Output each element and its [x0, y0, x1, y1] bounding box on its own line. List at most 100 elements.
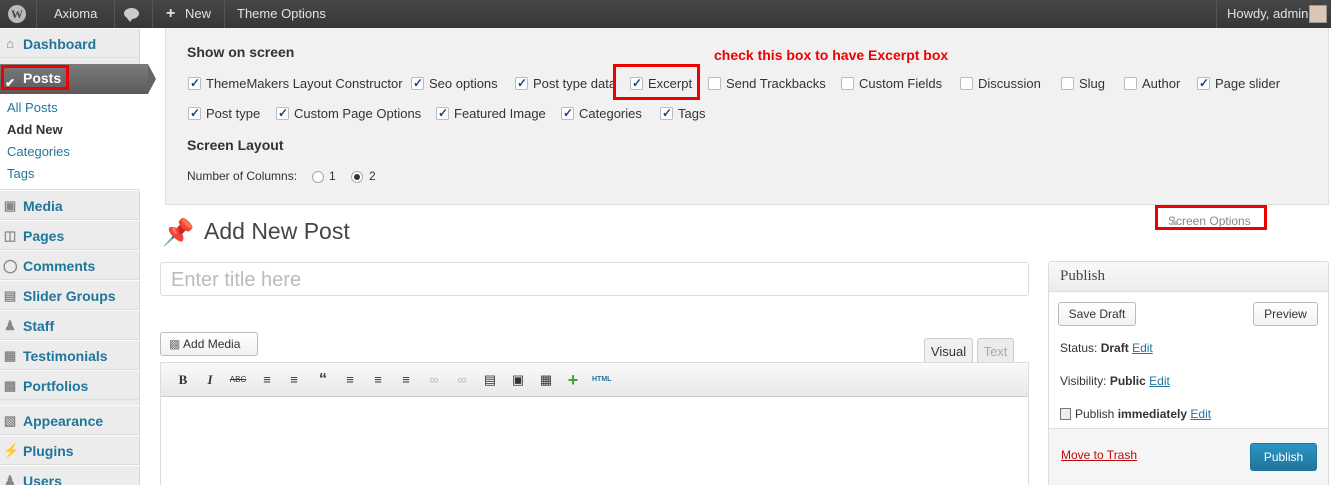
media-icon: ▣: [3, 198, 17, 213]
checkbox-label: Custom Fields: [859, 76, 943, 91]
add-media-button[interactable]: ▩ Add Media: [160, 332, 258, 356]
slider-icon: ▤: [3, 288, 17, 303]
schedule-edit-link[interactable]: Edit: [1190, 407, 1211, 421]
submenu-all-posts[interactable]: All Posts: [7, 100, 58, 115]
submenu-categories[interactable]: Categories: [7, 144, 70, 159]
checkbox-box[interactable]: [276, 105, 289, 121]
columns-radio-2[interactable]: [351, 171, 363, 183]
sidebar-item-media[interactable]: ▣ Media: [0, 190, 140, 220]
sidebar-item-label: Users: [23, 473, 62, 485]
number-of-columns-label: Number of Columns:: [187, 169, 298, 183]
checkbox-box[interactable]: [708, 77, 721, 90]
submenu-add-new[interactable]: Add New: [7, 122, 63, 137]
sidebar-item-label: Slider Groups: [23, 288, 116, 304]
sidebar-item-label: Staff: [23, 318, 55, 334]
bold-icon[interactable]: B: [174, 371, 192, 389]
sidebar-item-pages[interactable]: ◫ Pages: [0, 220, 140, 250]
bullet-list-icon[interactable]: ≡: [258, 371, 276, 389]
checkbox-box[interactable]: [960, 77, 973, 90]
visibility-edit-link[interactable]: Edit: [1149, 374, 1170, 388]
post-title-input[interactable]: Enter title here: [160, 262, 1029, 296]
sidebar-item-label: Appearance: [23, 413, 104, 429]
plus-icon[interactable]: +: [166, 0, 175, 28]
appearance-icon: ▧: [3, 413, 17, 428]
divider: [224, 0, 225, 28]
publish-box-header: Publish: [1049, 262, 1328, 292]
new-link[interactable]: New: [185, 0, 211, 28]
checkbox-label: Send Trackbacks: [726, 76, 826, 91]
blockquote-icon[interactable]: “: [314, 371, 332, 389]
checkbox-label: Custom Page Options: [294, 106, 422, 121]
checkbox-box[interactable]: [436, 105, 449, 121]
sidebar-item-portfolios[interactable]: ▩ Portfolios: [0, 370, 140, 400]
sidebar-item-plugins[interactable]: ⚡ Plugins: [0, 435, 140, 465]
checkbox-box[interactable]: [841, 77, 854, 90]
align-left-icon[interactable]: ≡: [341, 371, 359, 389]
more-tag-icon[interactable]: ▤: [481, 371, 499, 389]
publish-button[interactable]: Publish: [1250, 443, 1317, 471]
screen-options-toggle[interactable]: Screen Options ▲: [1155, 205, 1267, 230]
move-to-trash-link[interactable]: Move to Trash: [1061, 448, 1137, 462]
excerpt-highlight: [613, 64, 700, 100]
sidebar-item-appearance[interactable]: ▧ Appearance: [0, 405, 140, 435]
caret-up-icon: ▲: [1168, 214, 1180, 228]
sidebar-item-slider-groups[interactable]: ▤ Slider Groups: [0, 280, 140, 310]
checkbox-box[interactable]: [515, 75, 528, 91]
tab-visual[interactable]: Visual: [924, 338, 973, 363]
checkbox-label: Seo options: [429, 76, 498, 91]
content-editor[interactable]: B I ABC ≡ ≡ “ ≡ ≡ ≡ ∞ ∞ ▤ ▣ ▦ + HTML: [160, 362, 1029, 485]
sidebar-item-label: Media: [23, 198, 63, 214]
checkbox-box[interactable]: [1197, 75, 1210, 91]
checkbox-box[interactable]: [1124, 77, 1137, 90]
sidebar-item-testimonials[interactable]: ▦ Testimonials: [0, 340, 140, 370]
publish-actions: Move to Trash Publish: [1049, 428, 1328, 485]
sidebar-item-users[interactable]: ♟ Users: [0, 465, 140, 485]
checkbox-box[interactable]: [660, 105, 673, 121]
html-icon[interactable]: HTML: [592, 371, 611, 389]
add-media-label: Add Media: [183, 337, 241, 351]
schedule-row: Publish immediately Edit: [1060, 407, 1211, 421]
italic-icon[interactable]: I: [201, 371, 219, 389]
checkbox-box[interactable]: [188, 75, 201, 91]
status-edit-link[interactable]: Edit: [1132, 341, 1153, 355]
align-center-icon[interactable]: ≡: [369, 371, 387, 389]
sidebar-item-dashboard[interactable]: ⌂ Dashboard: [0, 28, 140, 58]
plus-icon[interactable]: +: [564, 371, 582, 389]
checkbox-box[interactable]: [411, 75, 424, 91]
avatar[interactable]: [1309, 5, 1327, 23]
strikethrough-icon[interactable]: ABC: [229, 371, 247, 389]
divider: [36, 0, 37, 28]
align-right-icon[interactable]: ≡: [397, 371, 415, 389]
sidebar-item-posts[interactable]: ✔ Posts: [0, 64, 156, 94]
preview-button[interactable]: Preview: [1253, 302, 1318, 326]
sidebar-item-comments[interactable]: ◯ Comments: [0, 250, 140, 280]
comments-icon[interactable]: [124, 8, 139, 22]
kitchen-sink-icon[interactable]: ▦: [537, 371, 555, 389]
tab-text[interactable]: Text: [977, 338, 1014, 363]
fullscreen-icon[interactable]: ▣: [509, 371, 527, 389]
submenu-tags[interactable]: Tags: [7, 166, 34, 181]
status-row: Status: Draft Edit: [1060, 341, 1153, 355]
users-icon: ♟: [4, 473, 16, 485]
editor-toolbar: B I ABC ≡ ≡ “ ≡ ≡ ≡ ∞ ∞ ▤ ▣ ▦ + HTML: [161, 363, 1028, 397]
theme-options-link[interactable]: Theme Options: [237, 0, 326, 28]
checkbox-box[interactable]: [1061, 77, 1074, 90]
sidebar-item-staff[interactable]: ♟ Staff: [0, 310, 140, 340]
wordpress-logo-icon[interactable]: W: [8, 5, 26, 23]
publish-box: Publish Save Draft Preview Status: Draft…: [1048, 261, 1329, 485]
save-draft-button[interactable]: Save Draft: [1058, 302, 1136, 326]
sidebar-item-label: Portfolios: [23, 378, 89, 394]
unlink-icon[interactable]: ∞: [453, 371, 471, 389]
checkbox-box[interactable]: [561, 105, 574, 121]
sidebar-item-label: Dashboard: [23, 36, 97, 52]
numbered-list-icon[interactable]: ≡: [285, 371, 303, 389]
checkbox-box[interactable]: [188, 105, 201, 121]
columns-radio-1[interactable]: [312, 171, 324, 183]
site-name-link[interactable]: Axioma: [54, 0, 97, 28]
howdy-user-link[interactable]: Howdy, admin: [1227, 0, 1308, 28]
status-value: Draft: [1100, 341, 1129, 355]
link-icon[interactable]: ∞: [425, 371, 443, 389]
checkbox-label: Categories: [579, 106, 642, 121]
sidebar-item-label: Comments: [23, 258, 96, 274]
checkbox-label: Page slider: [1215, 76, 1281, 91]
